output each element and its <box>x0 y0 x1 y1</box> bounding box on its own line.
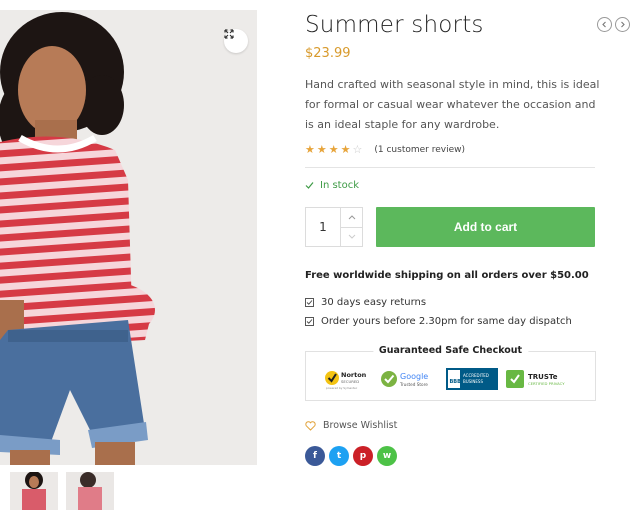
chevron-up-icon <box>348 215 355 220</box>
wishlist-label: Browse Wishlist <box>323 420 398 431</box>
social-share: ftpw <box>305 446 397 466</box>
facebook-icon[interactable]: f <box>305 446 325 466</box>
quantity-input[interactable] <box>306 208 341 246</box>
quantity-stepper <box>305 207 363 247</box>
google-name: Google <box>400 372 428 381</box>
product-title: Summer shorts <box>305 12 484 38</box>
safe-checkout-title: Guaranteed Safe Checkout <box>372 345 529 356</box>
star-icon: ★ <box>340 143 351 156</box>
perk-item: 30 days easy returns <box>305 293 572 312</box>
stock-label: In stock <box>320 180 360 191</box>
truste-sub: CERTIFIED PRIVACY <box>528 381 565 386</box>
svg-text:ACCREDITED: ACCREDITED <box>463 373 489 378</box>
pinterest-icon[interactable]: p <box>353 446 373 466</box>
thumbnail-1[interactable] <box>10 472 58 510</box>
perk-label: 30 days easy returns <box>321 297 427 308</box>
shipping-headline: Free worldwide shipping on all orders ov… <box>305 270 589 281</box>
prev-product-button[interactable] <box>597 17 612 32</box>
chevron-down-icon <box>348 234 355 239</box>
quantity-increase-button[interactable] <box>341 208 362 227</box>
next-product-button[interactable] <box>615 17 630 32</box>
chevron-right-icon <box>621 21 625 28</box>
star-icon: ★ <box>316 143 327 156</box>
norton-sub2: powered by Symantec <box>326 386 358 390</box>
safe-checkout-box: Guaranteed Safe Checkout Norton SECURED … <box>305 345 596 401</box>
checkbox-icon <box>305 317 314 326</box>
bbb-badge: BBB ACCREDITED BUSINESS <box>446 368 498 390</box>
perk-label: Order yours before 2.30pm for same day d… <box>321 316 572 327</box>
svg-text:BUSINESS: BUSINESS <box>463 379 483 384</box>
perk-list: 30 days easy returns Order yours before … <box>305 293 572 331</box>
product-price: $23.99 <box>305 46 351 61</box>
thumbnail-2[interactable] <box>66 472 114 510</box>
add-to-cart-button[interactable]: Add to cart <box>376 207 595 247</box>
rating-stars: ★ ★ ★ ★ ☆ <box>305 143 362 156</box>
google-trusted-badge: Google Trusted Store <box>380 368 438 390</box>
bbb-name: BBB <box>450 379 462 385</box>
chevron-left-icon <box>602 21 606 28</box>
norton-name: Norton <box>341 371 367 379</box>
quantity-decrease-button[interactable] <box>341 226 362 247</box>
norton-badge: Norton SECURED powered by Symantec <box>324 368 372 390</box>
star-icon: ★ <box>328 143 339 156</box>
truste-name: TRUSTe <box>528 373 558 381</box>
product-description: Hand crafted with seasonal style in mind… <box>305 78 600 131</box>
product-nav <box>597 17 630 32</box>
divider <box>305 167 595 168</box>
star-icon: ★ <box>305 143 315 156</box>
heart-icon <box>305 420 316 431</box>
whatsapp-icon[interactable]: w <box>377 446 397 466</box>
checkmark-icon <box>305 182 314 189</box>
expand-icon <box>224 29 234 39</box>
trust-badges: Norton SECURED powered by Symantec Googl… <box>324 368 578 390</box>
model-photo <box>0 10 257 465</box>
truste-badge: TRUSTe CERTIFIED PRIVACY <box>506 368 578 390</box>
norton-sub: SECURED <box>341 379 359 384</box>
checkbox-icon <box>305 298 314 307</box>
perk-item: Order yours before 2.30pm for same day d… <box>305 312 572 331</box>
product-main-image[interactable] <box>0 10 257 465</box>
review-count-link[interactable]: (1 customer review) <box>374 145 465 155</box>
thumbnail-strip <box>10 472 114 510</box>
zoom-button[interactable] <box>224 29 248 53</box>
product-rating: ★ ★ ★ ★ ☆ (1 customer review) <box>305 143 465 156</box>
google-sub: Trusted Store <box>399 382 428 387</box>
stock-status: In stock <box>305 180 359 191</box>
star-icon: ☆ <box>352 143 363 156</box>
browse-wishlist-link[interactable]: Browse Wishlist <box>305 420 397 431</box>
twitter-icon[interactable]: t <box>329 446 349 466</box>
